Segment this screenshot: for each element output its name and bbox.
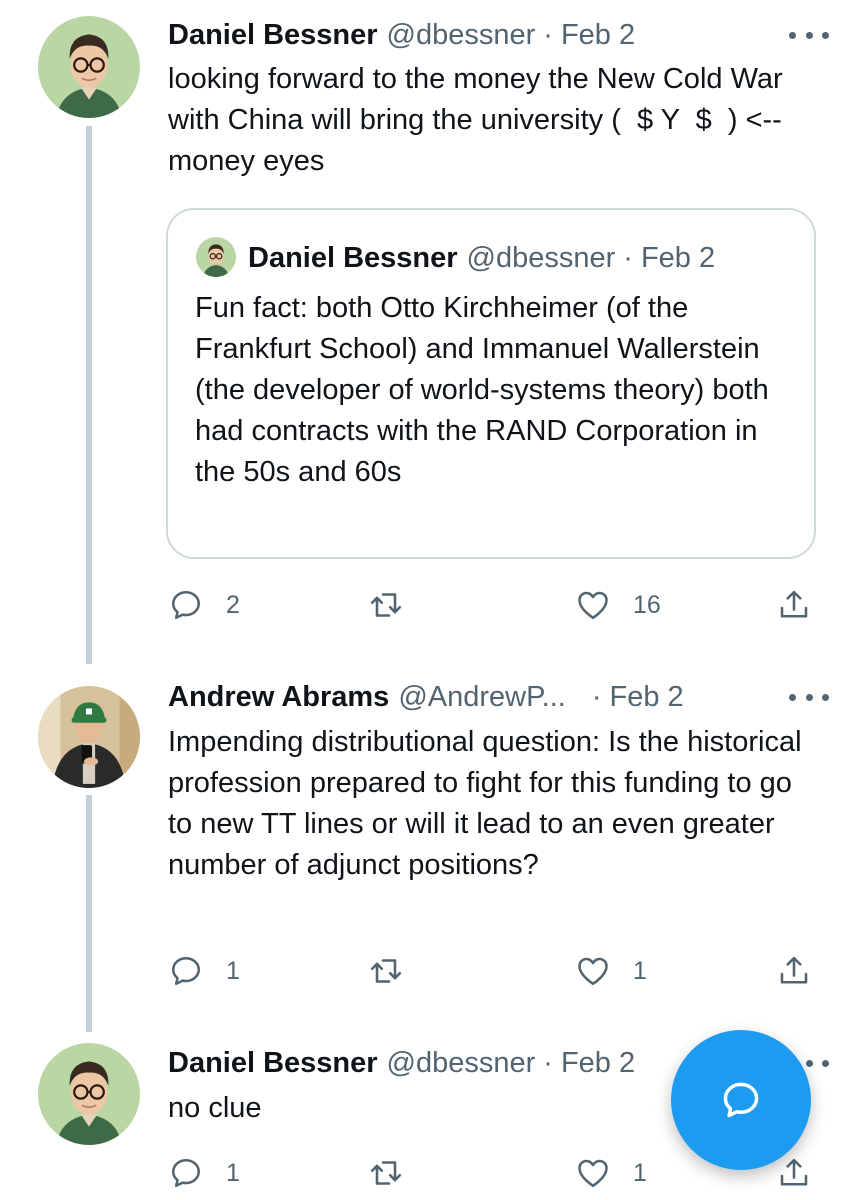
reply-icon <box>171 590 201 620</box>
avatar[interactable] <box>38 686 140 788</box>
retweet-button[interactable] <box>368 585 426 625</box>
quote-date: Feb 2 <box>640 241 716 274</box>
tweet-text: Impending distributional question: Is th… <box>168 726 810 881</box>
compose-reply-button[interactable] <box>671 1030 811 1170</box>
avatar[interactable] <box>38 1043 140 1145</box>
like-button[interactable]: 1 <box>575 1153 647 1193</box>
reply-icon <box>171 956 201 986</box>
compose-reply-icon <box>723 1082 759 1118</box>
tweet-actions: 1 1 <box>168 951 828 991</box>
retweet-button[interactable] <box>368 951 426 991</box>
separator-dot: · <box>623 241 633 274</box>
heart-icon <box>578 1159 608 1188</box>
share-button[interactable] <box>776 1153 812 1193</box>
share-button[interactable] <box>776 951 812 991</box>
like-button[interactable]: 1 <box>575 951 647 991</box>
thread-line <box>86 126 92 664</box>
retweet-icon <box>370 1161 402 1185</box>
heart-icon <box>578 591 608 620</box>
separator-dot: · <box>543 18 553 51</box>
more-dots-icon[interactable] <box>789 687 829 707</box>
reply-button[interactable]: 2 <box>168 585 240 625</box>
reply-count: 1 <box>226 1158 240 1187</box>
quote-author-name: Daniel Bessner <box>248 241 458 274</box>
author-name[interactable]: Daniel Bessner <box>168 19 378 52</box>
reply-button[interactable]: 1 <box>168 1153 240 1193</box>
tweet-thread: Daniel Bessner @dbessner · Feb 2 looking… <box>0 0 853 1200</box>
quote-text: Fun fact: both Otto Kirchheimer (of the … <box>195 292 769 488</box>
tweet-header: Daniel Bessner @dbessner · Feb 2 <box>168 15 635 55</box>
author-name[interactable]: Daniel Bessner <box>168 1047 378 1080</box>
quote-header: Daniel Bessner @dbessner · Feb 2 <box>248 238 715 278</box>
retweet-icon <box>370 959 402 983</box>
thread-line <box>86 795 92 1032</box>
tweet-date[interactable]: Feb 2 <box>610 681 684 714</box>
share-icon <box>780 590 808 618</box>
avatar <box>196 237 236 277</box>
author-name[interactable]: Andrew Abrams <box>168 681 389 714</box>
share-button[interactable] <box>776 585 812 625</box>
tweet-date[interactable]: Feb 2 <box>561 19 635 52</box>
share-icon <box>780 956 808 984</box>
tweet-header: Andrew Abrams @AndrewP... · Feb 2 <box>168 677 684 717</box>
separator-dot: · <box>543 1046 553 1079</box>
author-handle[interactable]: @dbessner <box>387 19 536 52</box>
author-handle[interactable]: @dbessner <box>387 1047 536 1080</box>
reply-count: 1 <box>226 956 240 985</box>
more-dots-icon[interactable] <box>789 25 829 45</box>
reply-count: 2 <box>226 590 240 619</box>
like-count: 16 <box>633 590 661 619</box>
like-count: 1 <box>633 956 647 985</box>
retweet-icon <box>370 593 402 617</box>
retweet-button[interactable] <box>368 1153 426 1193</box>
like-button[interactable]: 16 <box>575 585 661 625</box>
separator-dot: · <box>591 680 602 713</box>
reply-button[interactable]: 1 <box>168 951 240 991</box>
share-icon <box>780 1158 808 1186</box>
tweet-header: Daniel Bessner @dbessner · Feb 2 <box>168 1043 635 1083</box>
like-count: 1 <box>633 1158 647 1187</box>
heart-icon <box>578 957 608 986</box>
quote-author-handle: @dbessner <box>466 241 616 274</box>
avatar[interactable] <box>38 16 140 118</box>
quoted-tweet[interactable]: Daniel Bessner @dbessner · Feb 2 Fun fac… <box>166 208 816 559</box>
reply-icon <box>171 1158 201 1188</box>
tweet-actions: 2 16 <box>168 585 828 625</box>
tweet-date[interactable]: Feb 2 <box>561 1047 635 1080</box>
tweet-text: looking forward to the money the New Col… <box>168 63 791 177</box>
author-handle[interactable]: @AndrewP... <box>398 681 566 714</box>
